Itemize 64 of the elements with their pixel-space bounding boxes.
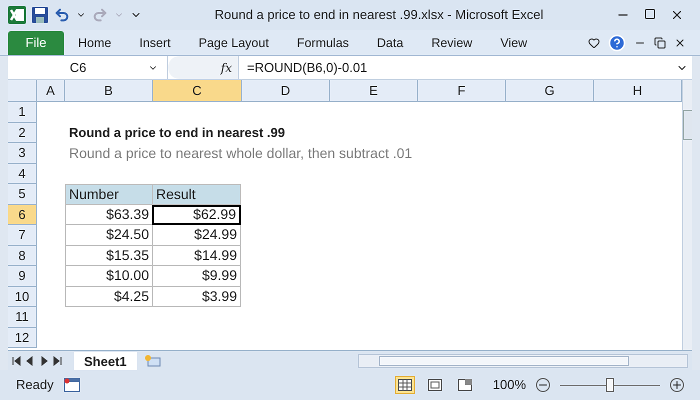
undo-icon[interactable] <box>54 7 70 23</box>
close-icon[interactable] <box>670 8 684 22</box>
zoom-out-icon[interactable] <box>536 378 550 392</box>
row-header[interactable]: 12 <box>8 328 37 348</box>
close-icon[interactable] <box>674 37 686 49</box>
save-icon[interactable] <box>32 7 48 23</box>
ribbon-tab[interactable]: Home <box>64 31 126 55</box>
sheet-tab[interactable]: Sheet1 <box>74 352 137 370</box>
spreadsheet-app-icon <box>8 6 26 24</box>
row-header[interactable]: 8 <box>8 246 37 266</box>
row-header[interactable]: 3 <box>8 143 37 164</box>
zoom-in-icon[interactable] <box>670 378 684 392</box>
maximize-icon[interactable] <box>644 8 656 20</box>
row-header[interactable]: 2 <box>8 122 37 143</box>
row-header[interactable]: 7 <box>8 225 37 246</box>
row-header[interactable]: 10 <box>8 286 37 307</box>
table-header-cell: Result <box>152 184 241 204</box>
table-header-cell: Number <box>65 184 153 204</box>
table-cell: $24.50 <box>65 225 153 246</box>
file-tab[interactable]: File <box>8 31 64 55</box>
table-cell: $3.99 <box>152 286 241 307</box>
ribbon-tab[interactable]: Data <box>362 31 418 55</box>
insert-function-label[interactable]: fx <box>220 58 232 76</box>
zoom-slider[interactable] <box>560 378 660 392</box>
table-cell: $63.39 <box>65 204 153 225</box>
column-header[interactable]: D <box>242 80 330 101</box>
row-header[interactable]: 6 <box>8 204 37 225</box>
formula-field[interactable]: =ROUND(B6,0)-0.01 <box>238 56 672 79</box>
ribbon-tab[interactable]: Review <box>417 31 486 55</box>
table-cell: $9.99 <box>152 266 241 286</box>
row-header[interactable]: 11 <box>8 307 37 328</box>
row-header[interactable]: 4 <box>8 164 37 184</box>
restore-icon[interactable] <box>654 37 666 49</box>
table-cell: $14.99 <box>152 246 241 266</box>
table-cell: $4.25 <box>65 286 153 307</box>
column-header[interactable]: F <box>418 80 506 101</box>
ribbon-tab[interactable]: Formulas <box>282 31 363 55</box>
horizontal-scrollbar[interactable] <box>358 354 688 368</box>
column-header[interactable]: A <box>37 80 65 101</box>
name-box[interactable]: C6 <box>8 56 168 79</box>
status-text: Ready <box>16 376 54 394</box>
row-header[interactable]: 5 <box>8 184 37 204</box>
table-cell: $15.35 <box>65 246 153 266</box>
ribbon-tab[interactable]: Page Layout <box>184 31 283 55</box>
help-icon[interactable] <box>608 34 626 52</box>
ribbon-tab[interactable]: Insert <box>125 31 185 55</box>
row-header[interactable]: 9 <box>8 266 37 286</box>
column-header[interactable]: C <box>153 80 242 101</box>
window-title: Round a price to end in nearest .99.xlsx - Microsoft Excel <box>214 6 544 24</box>
macro-record-icon[interactable] <box>64 378 80 392</box>
table-cell: $62.99 <box>152 204 241 225</box>
insert-sheet-icon[interactable] <box>144 354 161 366</box>
sheet-subheading: Round a price to nearest whole dollar, then subtract .01 <box>69 144 412 163</box>
table-cell: $24.99 <box>152 225 241 246</box>
zoom-level[interactable]: 100% <box>492 375 526 395</box>
column-header[interactable]: G <box>506 80 594 101</box>
ribbon-tab[interactable]: View <box>486 31 542 55</box>
normal-view-button[interactable] <box>394 376 415 394</box>
heart-icon[interactable] <box>588 37 600 49</box>
vertical-scrollbar[interactable] <box>682 80 692 350</box>
table-cell: $10.00 <box>65 266 153 286</box>
sheet-heading: Round a price to end in nearest .99 <box>69 124 285 142</box>
row-header[interactable]: 1 <box>8 102 37 122</box>
column-header[interactable]: E <box>330 80 418 101</box>
